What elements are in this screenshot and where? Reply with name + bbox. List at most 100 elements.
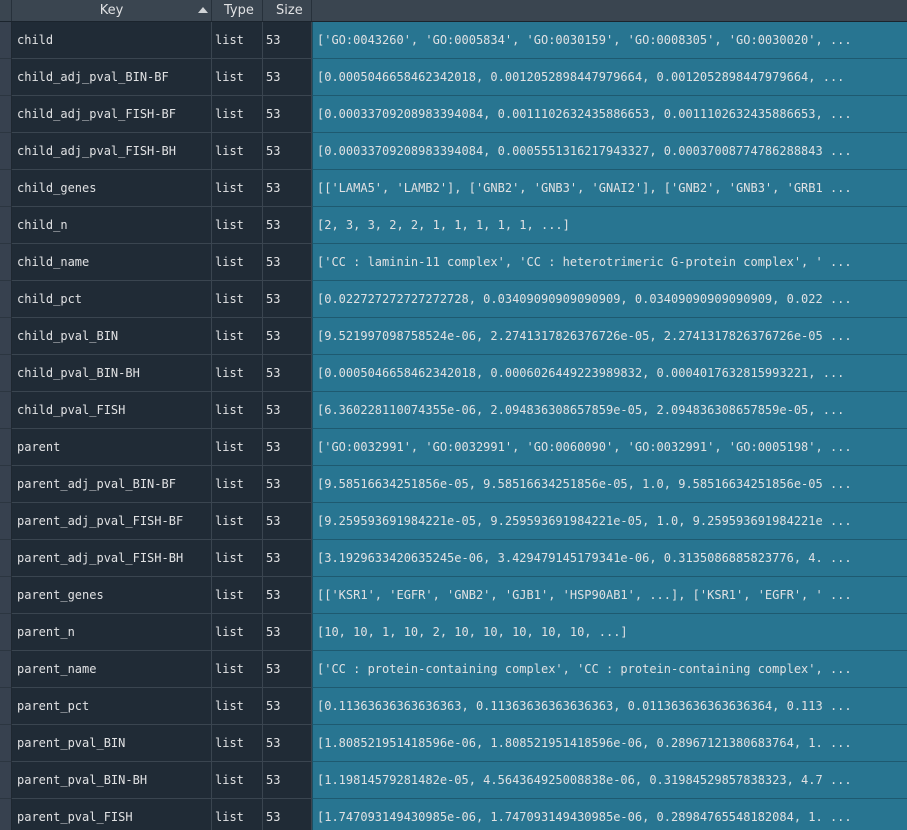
type-cell[interactable]: list bbox=[212, 133, 263, 170]
table-row[interactable]: child_adj_pval_BIN-BF list 53 [0.0005046658… bbox=[0, 59, 907, 96]
table-row[interactable]: parent_adj_pval_FISH-BF list 53 [9.25959369… bbox=[0, 503, 907, 540]
table-row[interactable]: child_pval_BIN-BH list 53 [0.00050466584623… bbox=[0, 355, 907, 392]
type-cell[interactable]: list bbox=[212, 651, 263, 688]
row-stub[interactable] bbox=[0, 762, 12, 799]
column-header-key[interactable]: Key bbox=[12, 0, 212, 21]
table-row[interactable]: child list 53 ['GO:0043260', 'GO:0005834', … bbox=[0, 22, 907, 59]
size-cell[interactable]: 53 bbox=[263, 22, 312, 59]
value-cell[interactable]: [9.259593691984221e-05, 9.25959369198422… bbox=[312, 503, 907, 540]
size-cell[interactable]: 53 bbox=[263, 614, 312, 651]
row-stub[interactable] bbox=[0, 318, 12, 355]
table-row[interactable]: child_pct list 53 [0.022727272727272728, 0.… bbox=[0, 281, 907, 318]
value-cell[interactable]: [2, 3, 3, 2, 2, 1, 1, 1, 1, 1, ...] bbox=[312, 207, 907, 244]
table-row[interactable]: parent list 53 ['GO:0032991', 'GO:0032991',… bbox=[0, 429, 907, 466]
key-cell[interactable]: parent_n bbox=[12, 614, 212, 651]
value-cell[interactable]: [1.808521951418596e-06, 1.80852195141859… bbox=[312, 725, 907, 762]
size-cell[interactable]: 53 bbox=[263, 466, 312, 503]
type-cell[interactable]: list bbox=[212, 577, 263, 614]
type-cell[interactable]: list bbox=[212, 207, 263, 244]
row-stub[interactable] bbox=[0, 725, 12, 762]
row-stub[interactable] bbox=[0, 688, 12, 725]
type-cell[interactable]: list bbox=[212, 466, 263, 503]
key-cell[interactable]: child_genes bbox=[12, 170, 212, 207]
key-cell[interactable]: child_pval_FISH bbox=[12, 392, 212, 429]
size-cell[interactable]: 53 bbox=[263, 540, 312, 577]
size-cell[interactable]: 53 bbox=[263, 96, 312, 133]
table-row[interactable]: parent_name list 53 ['CC : protein-containi… bbox=[0, 651, 907, 688]
row-stub[interactable] bbox=[0, 614, 12, 651]
key-cell[interactable]: child_n bbox=[12, 207, 212, 244]
key-cell[interactable]: parent_pval_BIN bbox=[12, 725, 212, 762]
size-cell[interactable]: 53 bbox=[263, 762, 312, 799]
type-cell[interactable]: list bbox=[212, 281, 263, 318]
size-cell[interactable]: 53 bbox=[263, 688, 312, 725]
size-cell[interactable]: 53 bbox=[263, 651, 312, 688]
row-stub[interactable] bbox=[0, 429, 12, 466]
value-cell[interactable]: ['CC : laminin-11 complex', 'CC : hetero… bbox=[312, 244, 907, 281]
column-header-size[interactable]: Size bbox=[263, 0, 312, 21]
value-cell[interactable]: [0.00033709208983394084, 0.0005551316217… bbox=[312, 133, 907, 170]
key-cell[interactable]: parent_name bbox=[12, 651, 212, 688]
type-cell[interactable]: list bbox=[212, 244, 263, 281]
table-row[interactable]: parent_genes list 53 [['KSR1', 'EGFR', 'GNB… bbox=[0, 577, 907, 614]
table-row[interactable]: parent_adj_pval_FISH-BH list 53 [3.19296334… bbox=[0, 540, 907, 577]
row-stub[interactable] bbox=[0, 355, 12, 392]
value-cell[interactable]: [9.521997098758524e-06, 2.27413178263767… bbox=[312, 318, 907, 355]
row-stub[interactable] bbox=[0, 59, 12, 96]
key-cell[interactable]: parent_pct bbox=[12, 688, 212, 725]
row-stub[interactable] bbox=[0, 244, 12, 281]
row-stub[interactable] bbox=[0, 466, 12, 503]
table-row[interactable]: parent_n list 53 [10, 10, 1, 10, 2, 10, 10,… bbox=[0, 614, 907, 651]
value-cell[interactable]: [3.1929633420635245e-06, 3.4294791451793… bbox=[312, 540, 907, 577]
value-cell[interactable]: ['CC : protein-containing complex', 'CC … bbox=[312, 651, 907, 688]
table-row[interactable]: parent_pval_BIN-BH list 53 [1.1981457928148… bbox=[0, 762, 907, 799]
size-cell[interactable]: 53 bbox=[263, 281, 312, 318]
type-cell[interactable]: list bbox=[212, 170, 263, 207]
size-cell[interactable]: 53 bbox=[263, 503, 312, 540]
row-stub[interactable] bbox=[0, 281, 12, 318]
value-cell[interactable]: [1.747093149430985e-06, 1.74709314943098… bbox=[312, 799, 907, 830]
key-cell[interactable]: parent_adj_pval_BIN-BF bbox=[12, 466, 212, 503]
column-header-value[interactable] bbox=[312, 0, 907, 21]
row-stub[interactable] bbox=[0, 503, 12, 540]
value-cell[interactable]: [0.0005046658462342018, 0.00120528984479… bbox=[312, 59, 907, 96]
value-cell[interactable]: ['GO:0032991', 'GO:0032991', 'GO:0060090… bbox=[312, 429, 907, 466]
key-cell[interactable]: parent_pval_BIN-BH bbox=[12, 762, 212, 799]
key-cell[interactable]: child_pval_BIN bbox=[12, 318, 212, 355]
key-cell[interactable]: parent_adj_pval_FISH-BH bbox=[12, 540, 212, 577]
type-cell[interactable]: list bbox=[212, 688, 263, 725]
key-cell[interactable]: child_adj_pval_FISH-BF bbox=[12, 96, 212, 133]
size-cell[interactable]: 53 bbox=[263, 392, 312, 429]
row-stub[interactable] bbox=[0, 22, 12, 59]
size-cell[interactable]: 53 bbox=[263, 207, 312, 244]
type-cell[interactable]: list bbox=[212, 355, 263, 392]
size-cell[interactable]: 53 bbox=[263, 59, 312, 96]
row-stub[interactable] bbox=[0, 577, 12, 614]
header-row-stub[interactable] bbox=[0, 0, 12, 21]
table-row[interactable]: child_pval_FISH list 53 [6.360228110074355e… bbox=[0, 392, 907, 429]
value-cell[interactable]: [['LAMA5', 'LAMB2'], ['GNB2', 'GNB3', 'G… bbox=[312, 170, 907, 207]
key-cell[interactable]: child_pct bbox=[12, 281, 212, 318]
table-row[interactable]: parent_pval_FISH list 53 [1.747093149430985… bbox=[0, 799, 907, 830]
key-cell[interactable]: parent_genes bbox=[12, 577, 212, 614]
type-cell[interactable]: list bbox=[212, 503, 263, 540]
key-cell[interactable]: child_pval_BIN-BH bbox=[12, 355, 212, 392]
table-row[interactable]: parent_pval_BIN list 53 [1.808521951418596e… bbox=[0, 725, 907, 762]
value-cell[interactable]: [9.58516634251856e-05, 9.58516634251856e… bbox=[312, 466, 907, 503]
size-cell[interactable]: 53 bbox=[263, 318, 312, 355]
table-row[interactable]: parent_pct list 53 [0.11363636363636363, 0.… bbox=[0, 688, 907, 725]
type-cell[interactable]: list bbox=[212, 725, 263, 762]
row-stub[interactable] bbox=[0, 540, 12, 577]
row-stub[interactable] bbox=[0, 392, 12, 429]
size-cell[interactable]: 53 bbox=[263, 577, 312, 614]
value-cell[interactable]: [10, 10, 1, 10, 2, 10, 10, 10, 10, 10, .… bbox=[312, 614, 907, 651]
key-cell[interactable]: child_adj_pval_BIN-BF bbox=[12, 59, 212, 96]
key-cell[interactable]: parent_adj_pval_FISH-BF bbox=[12, 503, 212, 540]
type-cell[interactable]: list bbox=[212, 318, 263, 355]
value-cell[interactable]: ['GO:0043260', 'GO:0005834', 'GO:0030159… bbox=[312, 22, 907, 59]
size-cell[interactable]: 53 bbox=[263, 725, 312, 762]
type-cell[interactable]: list bbox=[212, 614, 263, 651]
row-stub[interactable] bbox=[0, 799, 12, 830]
key-cell[interactable]: child_adj_pval_FISH-BH bbox=[12, 133, 212, 170]
key-cell[interactable]: child bbox=[12, 22, 212, 59]
